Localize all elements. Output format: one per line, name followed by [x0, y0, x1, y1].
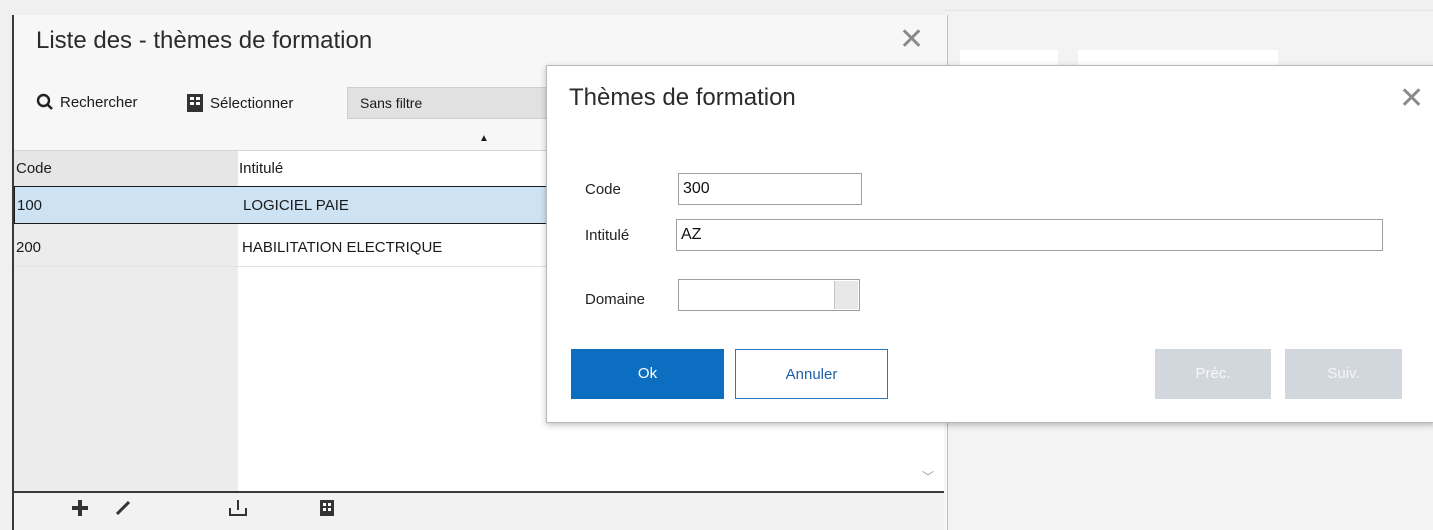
next-button[interactable]: Suiv.	[1285, 349, 1402, 399]
column-header-code[interactable]: Code	[14, 151, 238, 187]
code-field[interactable]	[678, 173, 862, 205]
column-header-intitule[interactable]: Intitulé	[239, 151, 283, 187]
training-theme-dialog: Thèmes de formation ✕ Code Intitulé Doma…	[546, 65, 1433, 423]
cell-intitule: LOGICIEL PAIE	[243, 197, 349, 214]
domaine-field[interactable]	[678, 279, 860, 311]
grid-footer-toolbar	[14, 493, 944, 530]
background-divider	[945, 10, 1433, 11]
select-button[interactable]: Sélectionner	[186, 93, 293, 113]
previous-button[interactable]: Préc.	[1155, 349, 1271, 399]
intitule-field[interactable]	[676, 219, 1383, 251]
search-icon	[36, 93, 53, 110]
search-button-label: Rechercher	[60, 93, 138, 111]
list-window-title: Liste des - thèmes de formation	[36, 27, 373, 54]
export-icon[interactable]	[228, 499, 248, 523]
scroll-down-chevron-icon[interactable]: ﹀	[922, 468, 934, 485]
filter-dropdown[interactable]: Sans filtre	[347, 87, 567, 119]
domaine-lookup-button[interactable]	[834, 281, 858, 309]
cell-code: 100	[17, 197, 43, 214]
select-button-label: Sélectionner	[210, 94, 294, 112]
select-icon	[187, 94, 203, 112]
print-icon[interactable]	[319, 499, 335, 523]
cancel-button[interactable]: Annuler	[735, 349, 888, 399]
cell-code: 200	[16, 239, 42, 256]
code-label: Code	[585, 181, 621, 198]
close-icon[interactable]: ✕	[1399, 84, 1424, 114]
cell-intitule: HABILITATION ELECTRIQUE	[242, 239, 443, 256]
plus-icon[interactable]	[71, 499, 89, 523]
close-icon[interactable]: ✕	[899, 25, 924, 55]
intitule-label: Intitulé	[585, 227, 630, 244]
search-button[interactable]: Rechercher	[36, 93, 138, 111]
pencil-icon[interactable]	[114, 499, 132, 523]
domaine-label: Domaine	[585, 291, 646, 308]
dialog-title: Thèmes de formation	[569, 84, 796, 111]
sort-indicator-icon: ▲	[479, 133, 489, 144]
ok-button[interactable]: Ok	[571, 349, 724, 399]
